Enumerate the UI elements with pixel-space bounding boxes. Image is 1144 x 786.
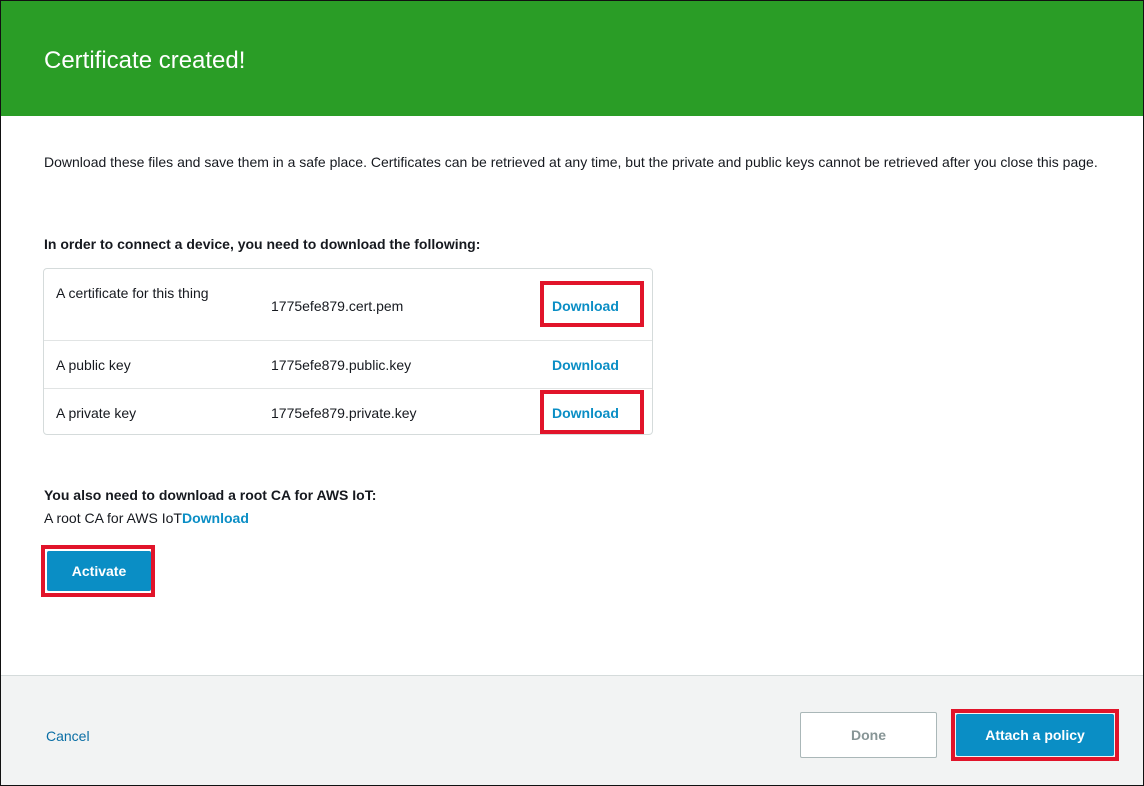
dialog-footer: Cancel Done Attach a policy xyxy=(1,675,1143,785)
download-public-key-link[interactable]: Download xyxy=(552,355,619,375)
files-table: A certificate for this thing 1775efe879.… xyxy=(43,268,653,435)
root-ca-label: A root CA for AWS IoT xyxy=(44,510,182,526)
done-button[interactable]: Done xyxy=(800,712,937,758)
file-name: 1775efe879.public.key xyxy=(271,357,412,373)
file-description: A public key xyxy=(56,357,131,373)
file-description: A private key xyxy=(56,405,137,421)
file-row-certificate: A certificate for this thing 1775efe879.… xyxy=(44,269,652,341)
dialog-title: Certificate created! xyxy=(44,47,246,74)
activate-button[interactable]: Activate xyxy=(47,551,151,591)
download-certificate-link[interactable]: Download xyxy=(552,296,619,316)
intro-text: Download these files and save them in a … xyxy=(44,154,1098,170)
dialog-header: Certificate created! xyxy=(1,1,1143,116)
cancel-link[interactable]: Cancel xyxy=(46,726,90,746)
download-root-ca-link[interactable]: Download xyxy=(182,510,249,526)
attach-policy-button[interactable]: Attach a policy xyxy=(956,714,1114,756)
files-section-heading: In order to connect a device, you need t… xyxy=(44,236,481,252)
file-description: A certificate for this thing xyxy=(56,285,209,301)
root-ca-heading: You also need to download a root CA for … xyxy=(44,487,377,503)
file-row-public-key: A public key 1775efe879.public.key Downl… xyxy=(44,341,652,389)
certificate-created-dialog: Certificate created! Download these file… xyxy=(0,0,1144,786)
file-name: 1775efe879.cert.pem xyxy=(271,298,404,314)
file-row-private-key: A private key 1775efe879.private.key Dow… xyxy=(44,389,652,434)
download-private-key-link[interactable]: Download xyxy=(552,403,619,423)
file-name: 1775efe879.private.key xyxy=(271,405,417,421)
root-ca-line: A root CA for AWS IoTDownload xyxy=(44,508,249,528)
